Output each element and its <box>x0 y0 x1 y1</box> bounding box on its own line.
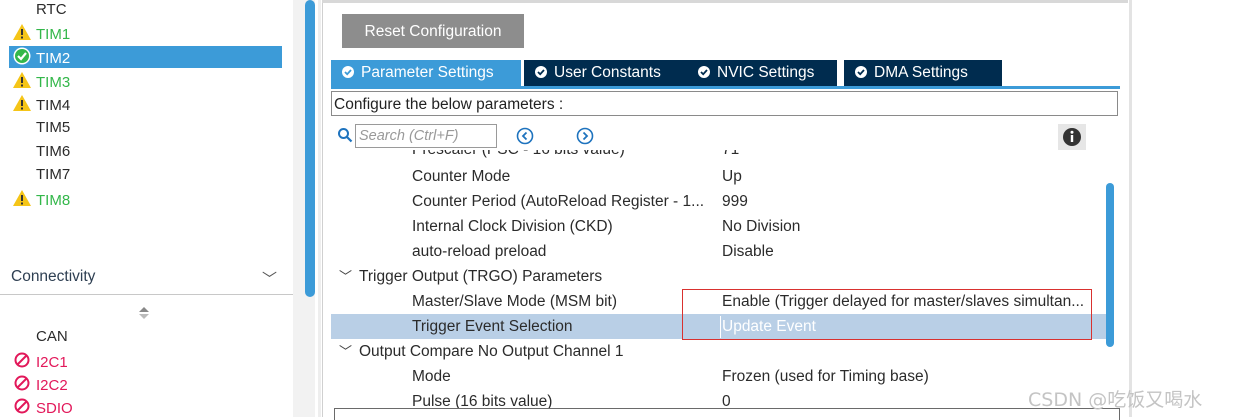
param-group-output-compare[interactable]: ﹀ Output Compare No Output Channel 1 <box>331 339 1107 364</box>
info-button[interactable] <box>1058 124 1086 150</box>
tab-parameter-settings[interactable]: Parameter Settings <box>331 60 521 86</box>
tree-item-tim1[interactable]: TIM1 <box>12 22 70 44</box>
tree-item-tim5[interactable]: TIM5 <box>12 117 70 139</box>
param-row-oc-mode[interactable]: Mode Frozen (used for Timing base) <box>331 364 1107 389</box>
param-row-counter-mode[interactable]: Counter Mode Up <box>331 164 1107 189</box>
info-icon <box>1063 128 1081 146</box>
chevron-down-icon: ﹀ <box>262 271 278 288</box>
warning-icon <box>13 24 31 40</box>
disabled-icon <box>14 375 30 391</box>
check-circle-icon <box>698 66 710 78</box>
tree-item-tim4[interactable]: TIM4 <box>12 93 70 115</box>
tab-underline <box>331 86 1120 89</box>
previous-result-icon[interactable] <box>516 127 534 145</box>
search-input[interactable] <box>355 124 497 148</box>
tree-item-tim6[interactable]: TIM6 <box>12 141 70 163</box>
pane-divider[interactable] <box>318 0 321 417</box>
param-row-clock-division[interactable]: Internal Clock Division (CKD) No Divisio… <box>331 214 1107 239</box>
param-row-counter-period[interactable]: Counter Period (AutoReload Register - 1.… <box>331 189 1107 214</box>
chevron-down-icon: ﹀ <box>339 269 353 284</box>
tree-item-tim3[interactable]: TIM3 <box>12 70 70 92</box>
reset-configuration-button[interactable]: Reset Configuration <box>342 14 524 48</box>
disabled-icon <box>14 398 30 414</box>
param-row-prescaler[interactable]: Prescaler (PSC - 16 bits value) 71 <box>331 150 1107 162</box>
tree-item-sdio[interactable]: SDIO <box>12 396 73 418</box>
tree-item-rtc[interactable]: RTC <box>12 0 67 21</box>
tree-item-tim2[interactable]: TIM2 <box>9 46 282 68</box>
warning-icon <box>13 190 31 206</box>
warning-icon <box>13 95 31 111</box>
sort-icon[interactable] <box>138 306 150 320</box>
parameter-scrollbar-thumb[interactable] <box>1106 183 1114 347</box>
description-panel <box>334 408 1120 420</box>
panel-top-border <box>322 0 1128 3</box>
parameter-tree: Prescaler (PSC - 16 bits value) 71 Count… <box>331 150 1107 408</box>
annotation-highlight-box <box>682 289 1092 340</box>
peripheral-tree: RTC TIM1 TIM2 TIM3 TIM4 TIM5 TIM6 TIM7 T… <box>0 0 293 417</box>
watermark: CSDN @吃饭又喝水 <box>1028 389 1203 411</box>
connectivity-category-header[interactable]: Connectivity ﹀ <box>0 262 293 295</box>
param-row-auto-reload-preload[interactable]: auto-reload preload Disable <box>331 239 1107 264</box>
tree-scrollbar-thumb[interactable] <box>305 0 315 297</box>
param-group-trgo[interactable]: ﹀ Trigger Output (TRGO) Parameters <box>331 264 1107 289</box>
tab-nvic-settings[interactable]: NVIC Settings <box>687 60 837 86</box>
connectivity-title: Connectivity <box>11 268 96 285</box>
tab-user-constants[interactable]: User Constants <box>524 60 689 86</box>
check-circle-icon <box>535 66 547 78</box>
check-circle-icon <box>342 66 354 78</box>
param-row-pulse[interactable]: Pulse (16 bits value) 0 <box>331 389 1107 408</box>
tree-item-i2c2[interactable]: I2C2 <box>12 373 68 395</box>
next-result-icon[interactable] <box>576 127 594 145</box>
tree-item-can[interactable]: CAN <box>12 326 68 348</box>
warning-icon <box>13 72 31 88</box>
tree-item-i2c1[interactable]: I2C1 <box>12 350 68 372</box>
disabled-icon <box>14 352 30 368</box>
configure-label: Configure the below parameters : <box>331 91 1118 116</box>
check-circle-icon <box>855 66 867 78</box>
tree-item-tim7[interactable]: TIM7 <box>12 164 70 186</box>
tab-dma-settings[interactable]: DMA Settings <box>844 60 1002 86</box>
chevron-down-icon: ﹀ <box>339 344 353 359</box>
search-icon <box>338 128 353 143</box>
tree-item-tim8[interactable]: TIM8 <box>12 188 70 210</box>
check-circle-icon <box>13 47 31 65</box>
